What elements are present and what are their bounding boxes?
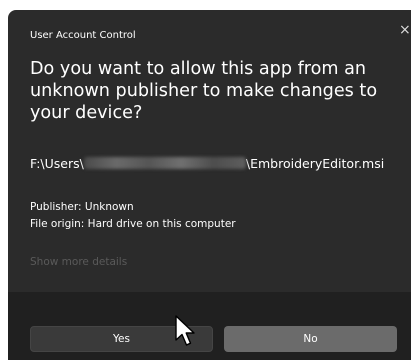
dialog-question: Do you want to allow this app from an un… [30, 59, 378, 123]
close-icon[interactable]: × [399, 23, 411, 37]
uac-dialog: User Account Control × Do you want to al… [8, 10, 411, 360]
show-more-details-link[interactable]: Show more details [30, 256, 127, 268]
window-title: User Account Control [30, 30, 136, 41]
mouse-pointer-icon [175, 315, 195, 346]
dialog-footer: Yes No [8, 292, 411, 360]
file-origin-label: File origin: Hard drive on this computer [30, 218, 236, 230]
redacted-path-segment [83, 157, 246, 169]
file-path-prefix: F:\Users\ [30, 156, 84, 171]
publisher-label: Publisher: Unknown [30, 201, 134, 213]
no-button[interactable]: No [224, 326, 397, 352]
file-path-suffix: \EmbroideryEditor.msi [245, 156, 385, 171]
file-path: F:\Users\ \EmbroideryEditor.msi [30, 156, 411, 171]
